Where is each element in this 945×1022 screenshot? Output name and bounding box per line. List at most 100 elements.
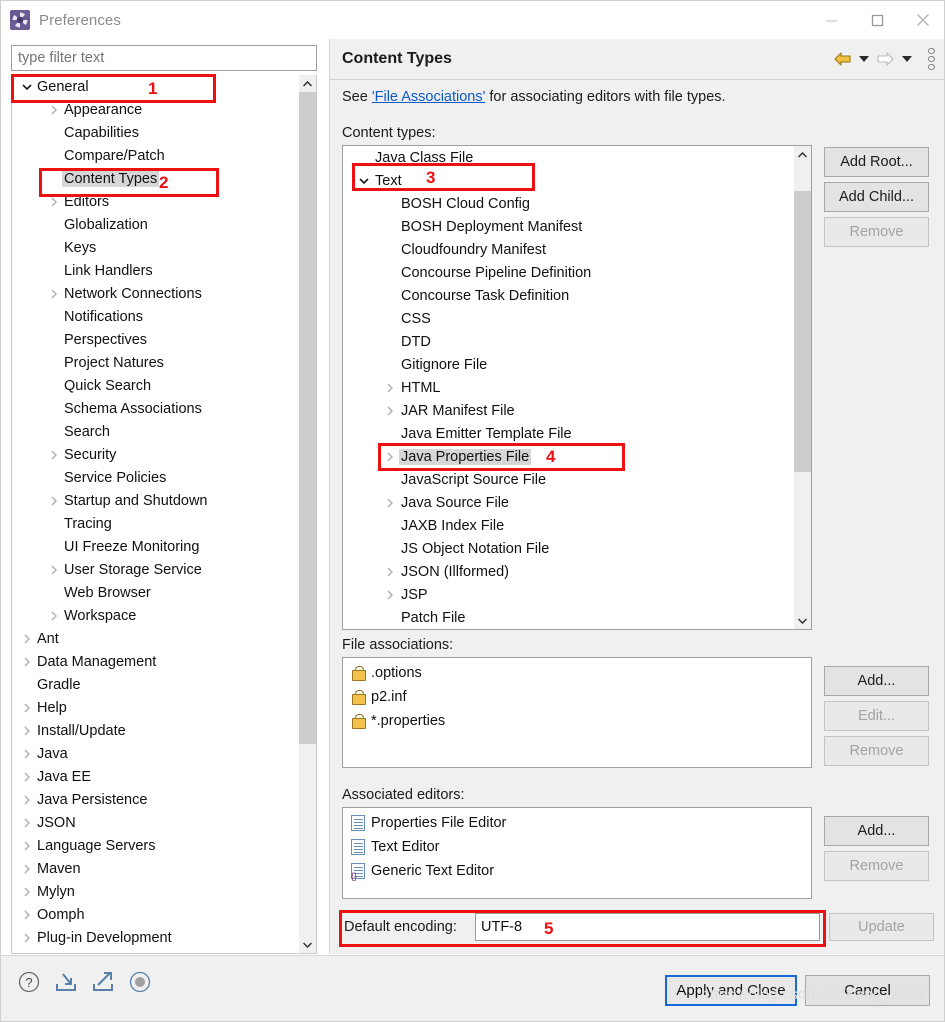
search-input[interactable]	[12, 46, 316, 70]
chevron-right-icon[interactable]	[381, 405, 399, 416]
default-encoding-field[interactable]: UTF-8	[475, 913, 820, 941]
file-association-row[interactable]: p2.inf	[343, 685, 811, 709]
chevron-right-icon[interactable]	[18, 840, 35, 851]
chevron-right-icon[interactable]	[18, 633, 35, 644]
sidebar-item-content-types[interactable]: Content Types	[12, 167, 300, 190]
sidebar-item-project-natures[interactable]: Project Natures	[12, 351, 300, 374]
forward-dropdown-icon[interactable]	[902, 56, 912, 62]
chevron-right-icon[interactable]	[45, 196, 62, 207]
content-type-patch-file[interactable]: Patch File	[343, 606, 795, 629]
sidebar-item-keys[interactable]: Keys	[12, 236, 300, 259]
chevron-right-icon[interactable]	[18, 771, 35, 782]
sidebar-item-java-ee[interactable]: Java EE	[12, 765, 300, 788]
chevron-down-icon[interactable]	[355, 177, 373, 184]
sidebar-item-install-update[interactable]: Install/Update	[12, 719, 300, 742]
sidebar-item-startup-and-shutdown[interactable]: Startup and Shutdown	[12, 489, 300, 512]
chevron-right-icon[interactable]	[45, 449, 62, 460]
sidebar-scrollbar[interactable]	[299, 75, 316, 953]
content-types-scrollbar[interactable]	[794, 146, 811, 629]
editor-add-button[interactable]: Add...	[824, 816, 929, 846]
chevron-right-icon[interactable]	[45, 564, 62, 575]
chevron-right-icon[interactable]	[381, 566, 399, 577]
scroll-up-icon[interactable]	[299, 75, 316, 92]
chevron-right-icon[interactable]	[18, 725, 35, 736]
chevron-right-icon[interactable]	[18, 748, 35, 759]
content-type-bosh-cloud-config[interactable]: BOSH Cloud Config	[343, 192, 795, 215]
file-association-row[interactable]: .options	[343, 661, 811, 685]
file-associations-link[interactable]: 'File Associations'	[372, 89, 486, 105]
content-type-concourse-pipeline-definition[interactable]: Concourse Pipeline Definition	[343, 261, 795, 284]
content-type-jsp[interactable]: JSP	[343, 583, 795, 606]
sidebar-item-schema-associations[interactable]: Schema Associations	[12, 397, 300, 420]
associated-editor-row[interactable]: Properties File Editor	[343, 811, 811, 835]
record-icon[interactable]	[128, 970, 152, 994]
scroll-up-icon[interactable]	[794, 146, 811, 163]
back-dropdown-icon[interactable]	[859, 56, 869, 62]
sidebar-item-general[interactable]: General	[12, 75, 300, 98]
sidebar-item-globalization[interactable]: Globalization	[12, 213, 300, 236]
associated-editors-listbox[interactable]: Properties File Editor Text Editor Generic…	[342, 807, 812, 899]
scroll-down-icon[interactable]	[794, 612, 811, 629]
apply-and-close-button[interactable]: Apply and Close	[665, 975, 797, 1006]
sidebar-item-tracing[interactable]: Tracing	[12, 512, 300, 535]
sidebar-item-user-storage-service[interactable]: User Storage Service	[12, 558, 300, 581]
sidebar-scrollbar-thumb[interactable]	[299, 92, 316, 744]
content-type-cloudfoundry-manifest[interactable]: Cloudfoundry Manifest	[343, 238, 795, 261]
sidebar-item-gradle[interactable]: Gradle	[12, 673, 300, 696]
sidebar-item-link-handlers[interactable]: Link Handlers	[12, 259, 300, 282]
preferences-tree[interactable]: General Appearance Capabilities Compare/Pat…	[11, 75, 317, 954]
content-type-javascript-source-file[interactable]: JavaScript Source File	[343, 468, 795, 491]
import-icon[interactable]	[54, 970, 78, 994]
help-icon[interactable]: ?	[17, 970, 41, 994]
content-type-java-class-file[interactable]: Java Class File	[343, 146, 795, 169]
cancel-button[interactable]: Cancel	[805, 975, 930, 1006]
chevron-right-icon[interactable]	[381, 589, 399, 600]
back-arrow-icon[interactable]	[833, 51, 852, 67]
sidebar-item-security[interactable]: Security	[12, 443, 300, 466]
sidebar-item-notifications[interactable]: Notifications	[12, 305, 300, 328]
filter-box[interactable]	[11, 45, 317, 71]
content-type-css[interactable]: CSS	[343, 307, 795, 330]
chevron-right-icon[interactable]	[18, 932, 35, 943]
sidebar-item-plug-in-development[interactable]: Plug-in Development	[12, 926, 300, 949]
content-type-java-emitter-template-file[interactable]: Java Emitter Template File	[343, 422, 795, 445]
file-association-row[interactable]: *.properties	[343, 709, 811, 733]
chevron-right-icon[interactable]	[381, 382, 399, 393]
chevron-down-icon[interactable]	[18, 83, 35, 90]
content-type-json-illformed[interactable]: JSON (Illformed)	[343, 560, 795, 583]
close-icon[interactable]	[900, 1, 944, 39]
minimize-icon[interactable]	[808, 1, 854, 39]
sidebar-item-mylyn[interactable]: Mylyn	[12, 880, 300, 903]
content-types-scrollbar-thumb[interactable]	[794, 191, 811, 472]
view-menu-icon[interactable]	[924, 48, 938, 70]
content-type-bosh-deployment-manifest[interactable]: BOSH Deployment Manifest	[343, 215, 795, 238]
sidebar-item-workspace[interactable]: Workspace	[12, 604, 300, 627]
content-type-js-object-notation-file[interactable]: JS Object Notation File	[343, 537, 795, 560]
add-child-button[interactable]: Add Child...	[824, 182, 929, 212]
chevron-right-icon[interactable]	[18, 702, 35, 713]
content-type-html[interactable]: HTML	[343, 376, 795, 399]
content-type-gitignore-file[interactable]: Gitignore File	[343, 353, 795, 376]
file-assoc-add-button[interactable]: Add...	[824, 666, 929, 696]
scroll-down-icon[interactable]	[299, 936, 316, 953]
sidebar-item-language-servers[interactable]: Language Servers	[12, 834, 300, 857]
add-root-button[interactable]: Add Root...	[824, 147, 929, 177]
sidebar-item-perspectives[interactable]: Perspectives	[12, 328, 300, 351]
sidebar-item-network-connections[interactable]: Network Connections	[12, 282, 300, 305]
content-type-jaxb-index-file[interactable]: JAXB Index File	[343, 514, 795, 537]
sidebar-item-service-policies[interactable]: Service Policies	[12, 466, 300, 489]
chevron-right-icon[interactable]	[18, 909, 35, 920]
chevron-right-icon[interactable]	[18, 886, 35, 897]
sidebar-item-json[interactable]: JSON	[12, 811, 300, 834]
maximize-icon[interactable]	[854, 1, 900, 39]
sidebar-item-editors[interactable]: Editors	[12, 190, 300, 213]
content-type-java-properties-file[interactable]: Java Properties File	[343, 445, 795, 468]
chevron-right-icon[interactable]	[18, 656, 35, 667]
chevron-right-icon[interactable]	[18, 817, 35, 828]
content-type-text[interactable]: Text	[343, 169, 795, 192]
content-types-listbox[interactable]: Java Class File Text BOSH Cloud Config BOSH…	[342, 145, 812, 630]
chevron-right-icon[interactable]	[45, 288, 62, 299]
sidebar-item-java-persistence[interactable]: Java Persistence	[12, 788, 300, 811]
content-type-jar-manifest-file[interactable]: JAR Manifest File	[343, 399, 795, 422]
associated-editor-row[interactable]: Text Editor	[343, 835, 811, 859]
